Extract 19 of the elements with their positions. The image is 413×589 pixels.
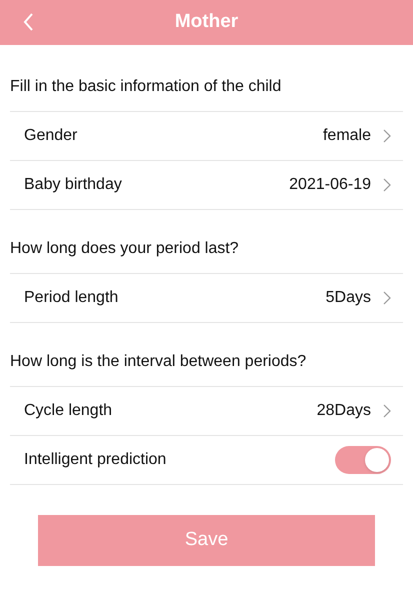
save-button[interactable]: Save: [38, 515, 375, 566]
toggle-switch[interactable]: [335, 446, 391, 474]
row-value: 28Days: [316, 401, 371, 421]
chevron-right-icon: [383, 129, 391, 143]
chevron-right-icon: [383, 291, 391, 305]
row-value: 5Days: [326, 288, 371, 308]
section-heading: How long is the interval between periods?: [10, 352, 306, 372]
section-heading: How long does your period last?: [10, 239, 239, 259]
row-value: 2021-06-19: [289, 175, 371, 195]
page-title: Mother: [174, 10, 238, 34]
chevron-right-icon: [383, 404, 391, 418]
row-label: Baby birthday: [24, 175, 122, 195]
chevron-right-icon: [383, 178, 391, 192]
row-label: Intelligent prediction: [24, 450, 166, 470]
row-label: Period length: [24, 288, 118, 308]
section-heading: Fill in the basic information of the child: [10, 77, 282, 97]
row-value: female: [322, 126, 371, 146]
row-label: Cycle length: [24, 401, 112, 421]
row-label: Gender: [24, 126, 78, 146]
